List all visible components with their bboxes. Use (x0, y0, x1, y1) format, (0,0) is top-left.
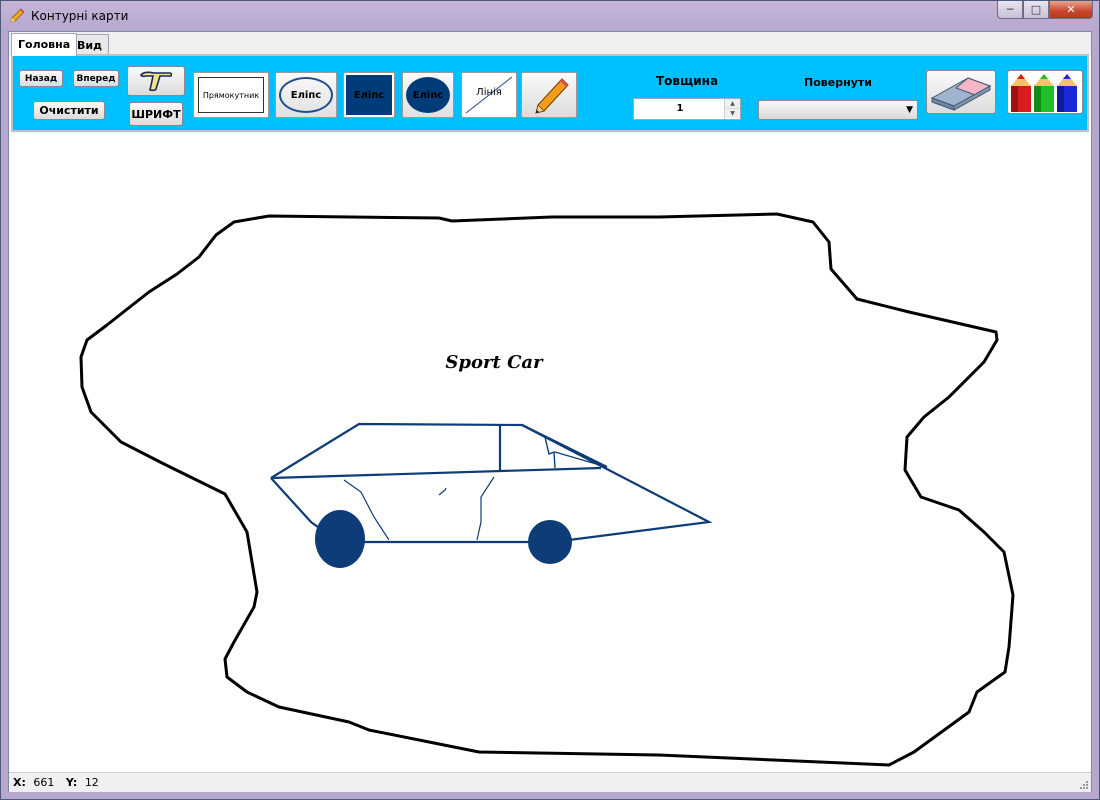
forward-button[interactable]: Вперед (73, 70, 119, 87)
colored-pencils-icon (1011, 74, 1077, 112)
ellipse-filled-label: Еліпс (406, 77, 450, 113)
car-rear-wheel (315, 510, 365, 568)
rectangle-tool-label: Прямокутник (198, 77, 264, 113)
text-tool-button[interactable] (127, 66, 185, 96)
ribbon-toolbar: Назад Вперед Очистити ШРИФТ Прямокутник … (11, 54, 1089, 132)
car-front-wheel (528, 520, 572, 564)
minimize-button[interactable]: ─ (997, 1, 1023, 19)
x-coordinate-value: 661 (33, 776, 55, 789)
pencil-icon (535, 78, 569, 114)
clear-button[interactable]: Очистити (33, 101, 105, 120)
x-coordinate-label: X: (13, 776, 26, 789)
ellipse-outline-tool-button[interactable]: Еліпс (275, 72, 337, 118)
font-button[interactable]: ШРИФТ (129, 102, 183, 126)
text-t-icon (140, 71, 173, 92)
back-button[interactable]: Назад (19, 70, 63, 87)
y-coordinate-label: Y: (65, 776, 78, 789)
status-bar: X: 661 Y: 12 (9, 772, 1091, 792)
app-pencil-icon (10, 8, 25, 23)
chevron-down-icon: ▼ (906, 105, 913, 115)
line-tool-button[interactable]: Лінія (461, 72, 517, 118)
y-coordinate-value: 12 (84, 776, 99, 789)
close-icon: ✕ (1066, 3, 1076, 16)
thickness-label: Товщина (655, 74, 719, 88)
ellipse-outline-label: Еліпс (279, 77, 333, 113)
app-window: Контурні карти ─ □ ✕ Головна Вид Назад В… (0, 0, 1100, 800)
maximize-icon: □ (1030, 3, 1042, 16)
client-area: Головна Вид Назад Вперед Очистити ШРИФТ … (8, 31, 1092, 792)
title-bar[interactable]: Контурні карти ─ □ ✕ (1, 1, 1099, 31)
eraser-button[interactable] (926, 70, 996, 114)
resize-grip-icon[interactable] (1078, 779, 1088, 789)
ellipse-square-label: Еліпс (346, 75, 392, 115)
tab-strip: Головна Вид (9, 32, 1091, 56)
color-picker-button[interactable] (1007, 70, 1083, 114)
spinner-up-icon[interactable]: ▲ (725, 99, 740, 109)
tab-home[interactable]: Головна (11, 33, 78, 56)
window-title: Контурні карти (31, 9, 129, 23)
map-outline (79, 212, 1015, 767)
drawing-title-text: Sport Car (445, 352, 544, 373)
eraser-icon (930, 77, 992, 111)
thickness-spinner[interactable]: 1 ▲ ▼ (633, 98, 741, 120)
rotate-label: Повернути (804, 76, 872, 89)
rotate-dropdown[interactable]: ▼ (758, 100, 918, 120)
ellipse-filled-tool-button[interactable]: Еліпс (402, 72, 454, 118)
drawing-canvas[interactable]: Sport Car (9, 132, 1091, 772)
maximize-button[interactable]: □ (1023, 1, 1049, 19)
close-button[interactable]: ✕ (1049, 1, 1093, 19)
pencil-tool-button[interactable] (521, 72, 577, 118)
drawing-surface: Sport Car (79, 212, 1015, 767)
minimize-icon: ─ (1006, 3, 1014, 16)
line-tool-label: Лінія (476, 87, 502, 98)
rectangle-tool-button[interactable]: Прямокутник (193, 72, 269, 118)
spinner-down-icon[interactable]: ▼ (725, 109, 740, 118)
thickness-value[interactable]: 1 (634, 99, 726, 119)
ellipse-square-tool-button[interactable]: Еліпс (343, 72, 395, 118)
